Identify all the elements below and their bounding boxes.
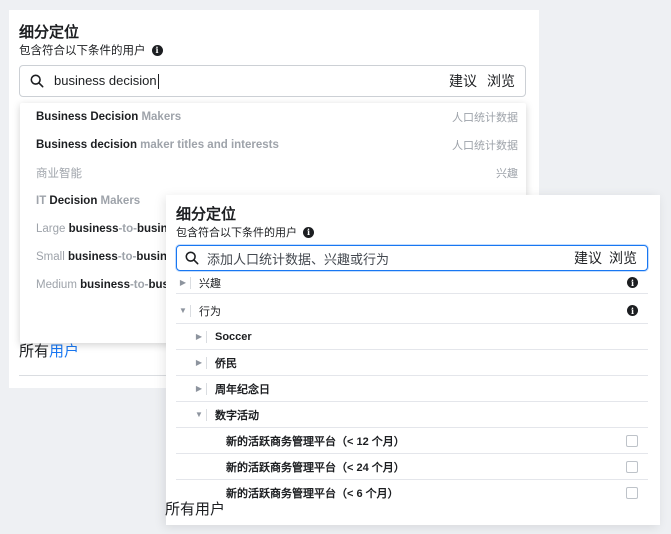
- footer-fragment-a: 所有: [19, 343, 50, 360]
- suggest-button[interactable]: 建议: [449, 71, 477, 91]
- suggestion-text: 商业智能: [36, 168, 82, 180]
- divider: [206, 330, 207, 343]
- suggestion-item[interactable]: Business Decision Makers 人口统计数据: [20, 103, 526, 131]
- detailed-targeting-search[interactable]: business decision 建议 浏览: [19, 65, 526, 97]
- footer-fragment: 所有用户: [165, 501, 226, 518]
- tree-label: 新的活跃商务管理平台（< 6 个月）: [226, 488, 399, 500]
- divider: [190, 276, 191, 289]
- match-text: Business Decision: [36, 111, 139, 123]
- divider: [206, 382, 207, 395]
- search-icon: [185, 251, 199, 265]
- match-text: Business decision: [36, 139, 137, 151]
- info-icon[interactable]: i: [303, 226, 314, 238]
- select-checkbox[interactable]: [626, 487, 638, 499]
- suggestion-category: 兴趣: [496, 168, 518, 180]
- tree-leaf-option[interactable]: 新的活跃商务管理平台（< 6 个月）: [176, 480, 648, 506]
- divider: [190, 304, 191, 317]
- panel-subtitle: 包含符合以下条件的用户 i: [176, 224, 314, 240]
- tree-leaf-option[interactable]: 新的活跃商务管理平台（< 12 个月）: [176, 428, 648, 454]
- search-input[interactable]: business decision: [54, 72, 449, 90]
- divider: [206, 356, 207, 369]
- tree-item-anniversary[interactable]: ▶ 周年纪念日: [176, 376, 648, 402]
- rest-text: maker titles and interests: [136, 139, 279, 151]
- suggest-button[interactable]: 建议: [574, 248, 602, 268]
- chevron-down-icon[interactable]: ▼: [192, 410, 206, 419]
- rest-text: -to-: [129, 279, 149, 291]
- tree-label: 数字活动: [215, 409, 259, 422]
- pre-text: Small: [36, 251, 68, 263]
- search-input[interactable]: 添加人口统计数据、兴趣或行为: [207, 249, 574, 268]
- chevron-right-icon[interactable]: ▶: [192, 384, 206, 393]
- footer-fragment-b[interactable]: 用户: [49, 343, 79, 360]
- tree-item-digital-activities[interactable]: ▼ 数字活动: [176, 402, 648, 428]
- select-checkbox[interactable]: [626, 460, 638, 473]
- match-text: Decision: [49, 195, 98, 207]
- tree-leaf-option[interactable]: 新的活跃商务管理平台（< 24 个月）: [176, 454, 648, 480]
- pre-text: Medium: [36, 279, 81, 291]
- match-text: business: [67, 251, 118, 263]
- rest-text: -to-: [117, 251, 137, 263]
- chevron-right-icon[interactable]: ▶: [192, 332, 206, 341]
- tree-item-soccer[interactable]: ▶ Soccer: [176, 324, 648, 350]
- select-checkbox[interactable]: [626, 434, 638, 447]
- chevron-down-icon[interactable]: ▼: [176, 306, 190, 315]
- rest-text: Makers: [138, 111, 182, 123]
- tree-category-interests[interactable]: ▶ 兴趣 i: [176, 272, 648, 294]
- pre-text: IT: [36, 195, 50, 207]
- suggestion-category: 人口统计数据: [452, 140, 518, 152]
- chevron-right-icon[interactable]: ▶: [176, 278, 190, 287]
- chevron-right-icon[interactable]: ▶: [192, 358, 206, 367]
- detailed-targeting-search[interactable]: 添加人口统计数据、兴趣或行为 建议 浏览: [176, 245, 648, 271]
- info-icon[interactable]: i: [627, 277, 638, 288]
- suggestion-item[interactable]: Business decision maker titles and inter…: [20, 131, 526, 159]
- divider: [206, 408, 207, 421]
- tree-item-expats[interactable]: ▶ 侨民: [176, 350, 648, 376]
- match-text: business: [68, 223, 119, 235]
- front-targeting-panel: 细分定位 包含符合以下条件的用户 i 添加人口统计数据、兴趣或行为 建议 浏览 …: [166, 195, 660, 525]
- tree-label: 兴趣: [199, 277, 221, 290]
- rest-text: -to-: [118, 223, 137, 235]
- tree-label: 行为: [199, 305, 221, 318]
- match-text: business: [80, 279, 130, 291]
- text-caret: [157, 74, 159, 90]
- panel-title: 细分定位: [19, 24, 80, 41]
- panel-title: 细分定位: [176, 206, 237, 223]
- search-icon: [30, 74, 44, 88]
- panel-subtitle: 包含符合以下条件的用户 i: [19, 42, 163, 58]
- rest-text: Makers: [97, 195, 141, 207]
- search-input-value: business decision: [54, 72, 157, 88]
- subtitle-text: 包含符合以下条件的用户: [176, 227, 297, 239]
- tree-label: Soccer: [215, 330, 252, 343]
- suggestion-item[interactable]: 商业智能 兴趣: [20, 159, 526, 187]
- footer-fragment: 所有用户: [19, 340, 79, 361]
- info-icon[interactable]: i: [151, 44, 163, 56]
- browse-button[interactable]: 浏览: [609, 248, 637, 268]
- tree-category-behaviors[interactable]: ▼ 行为 i: [176, 298, 648, 324]
- info-icon[interactable]: i: [627, 305, 638, 316]
- pre-text: Large: [36, 223, 69, 235]
- subtitle-text: 包含符合以下条件的用户: [19, 45, 146, 57]
- suggestion-category: 人口统计数据: [452, 112, 518, 124]
- tree-label: 周年纪念日: [215, 383, 270, 396]
- tree-label: 侨民: [215, 357, 237, 370]
- browse-button[interactable]: 浏览: [487, 71, 515, 91]
- tree-label: 新的活跃商务管理平台（< 12 个月）: [226, 435, 405, 448]
- tree-label: 新的活跃商务管理平台（< 24 个月）: [226, 461, 405, 474]
